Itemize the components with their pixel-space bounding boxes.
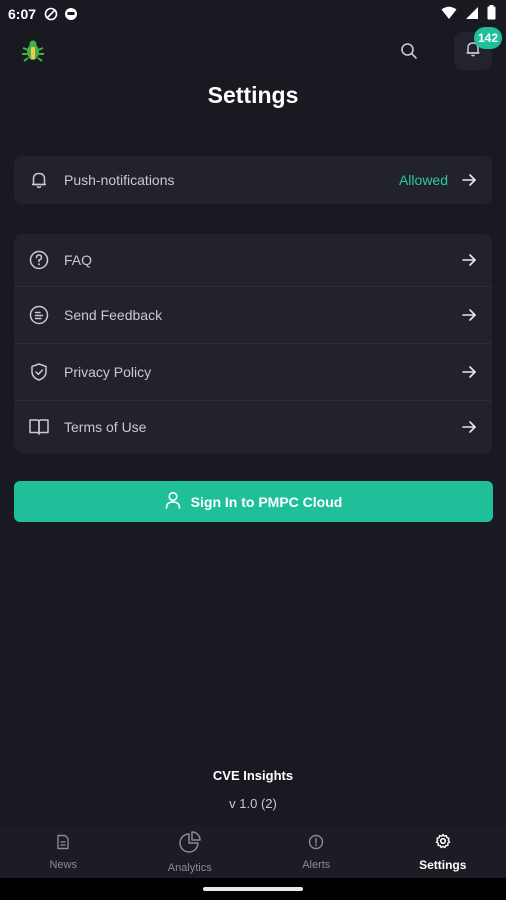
book-icon [28, 416, 50, 438]
sign-in-button[interactable]: Sign In to PMPC Cloud [14, 481, 493, 522]
question-circle-icon [28, 249, 50, 271]
menu-item-terms-of-use[interactable]: Terms of Use [14, 401, 492, 453]
nav-item-analytics[interactable]: Analytics [127, 826, 254, 878]
status-bar: 6:07 [0, 0, 506, 28]
shield-icon [28, 361, 50, 383]
push-notifications-status: Allowed [398, 172, 448, 188]
bug-icon [20, 38, 46, 64]
bell-icon [28, 169, 50, 191]
app-status-icon [64, 7, 78, 21]
notification-count-badge: 142 [474, 27, 503, 49]
arrow-right-icon [460, 306, 478, 324]
user-icon [165, 491, 181, 512]
nav-label: News [49, 858, 77, 871]
alert-icon [308, 834, 324, 855]
search-button[interactable] [396, 40, 422, 66]
wifi-icon [441, 6, 457, 23]
sign-in-label: Sign In to PMPC Cloud [190, 493, 343, 510]
settings-menu-card: FAQ Send Feedback Privacy Policy Terms o… [14, 234, 492, 453]
menu-item-label: FAQ [64, 252, 93, 268]
top-app-bar [0, 32, 506, 72]
arrow-right-icon [460, 363, 478, 381]
menu-item-label: Privacy Policy [64, 364, 152, 380]
status-time: 6:07 [8, 6, 37, 22]
pie-chart-icon [178, 830, 202, 858]
home-indicator[interactable] [203, 887, 303, 891]
menu-item-privacy-policy[interactable]: Privacy Policy [14, 344, 492, 400]
menu-item-label: Terms of Use [64, 419, 147, 435]
push-notifications-label: Push-notifications [64, 172, 175, 188]
bottom-navigation: News Analytics Alerts Settings [0, 826, 506, 878]
page-title: Settings [207, 82, 299, 108]
menu-item-send-feedback[interactable]: Send Feedback [14, 287, 492, 343]
nav-label: Analytics [167, 861, 212, 874]
menu-item-label: Send Feedback [64, 307, 163, 323]
nav-item-news[interactable]: News [0, 826, 127, 878]
arrow-right-icon [460, 251, 478, 269]
app-name: CVE Insights [212, 768, 294, 783]
shield-status-icon [44, 7, 58, 21]
nav-item-alerts[interactable]: Alerts [253, 826, 380, 878]
gesture-bar [0, 878, 506, 900]
nav-item-settings[interactable]: Settings [380, 826, 506, 878]
app-version: v 1.0 (2) [229, 796, 277, 811]
gear-icon [435, 833, 451, 854]
feedback-icon [28, 304, 50, 326]
battery-icon [487, 5, 496, 23]
nav-label: Alerts [302, 858, 331, 871]
arrow-right-icon [460, 171, 478, 189]
news-icon [55, 834, 71, 855]
menu-item-faq[interactable]: FAQ [14, 234, 492, 286]
search-icon [400, 42, 418, 65]
push-notifications-card: Push-notifications Allowed [14, 156, 492, 204]
arrow-right-icon [460, 418, 478, 436]
signal-icon [465, 6, 479, 23]
nav-label: Settings [419, 857, 467, 872]
push-notifications-row[interactable]: Push-notifications Allowed [14, 156, 492, 204]
